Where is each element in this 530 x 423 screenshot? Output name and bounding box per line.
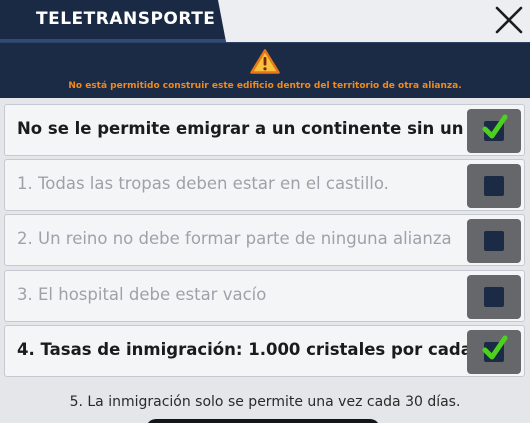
checkbox-square <box>482 335 508 362</box>
page-title: TELETRANSPORTE <box>36 9 216 29</box>
checkbox-square <box>484 231 504 251</box>
requirement-label: 3. El hospital debe estar vacío <box>17 285 267 304</box>
requirement-checkbox[interactable] <box>467 219 521 263</box>
requirement-checkbox[interactable] <box>467 109 521 153</box>
requirement-row: 3. El hospital debe estar vacío <box>4 270 525 322</box>
title-tab: TELETRANSPORTE <box>0 0 226 42</box>
requirement-checkbox[interactable] <box>467 275 521 319</box>
requirement-label: 4. Tasas de inmigración: 1.000 cristales… <box>17 340 490 359</box>
warning-banner: No está permitido construir este edifici… <box>0 42 530 98</box>
checkbox-square <box>484 287 504 307</box>
checkbox-square <box>482 114 508 141</box>
confirm-button[interactable] <box>146 419 380 423</box>
requirement-label: 1. Todas las tropas deben estar en el ca… <box>17 174 389 193</box>
requirement-label: 2. Un reino no debe formar parte de ning… <box>17 229 452 248</box>
requirement-label: No se le permite emigrar a un continente… <box>17 119 500 138</box>
requirement-checkbox[interactable] <box>467 164 521 208</box>
requirement-checkbox[interactable] <box>467 330 521 374</box>
checkmark-icon <box>482 335 508 360</box>
checkmark-icon <box>482 114 508 139</box>
requirement-row: 4. Tasas de inmigración: 1.000 cristales… <box>4 325 525 377</box>
warning-text: No está permitido construir este edifici… <box>68 81 462 91</box>
requirement-row: 1. Todas las tropas deben estar en el ca… <box>4 159 525 211</box>
immigration-note: 5. La inmigración solo se permite una ve… <box>69 394 461 410</box>
title-bar: TELETRANSPORTE <box>0 0 530 42</box>
close-button[interactable] <box>488 0 530 40</box>
warning-triangle-icon <box>250 49 280 74</box>
requirement-row: No se le permite emigrar a un continente… <box>4 104 525 156</box>
requirement-row: 2. Un reino no debe formar parte de ning… <box>4 214 525 266</box>
close-icon <box>495 6 523 34</box>
checkbox-square <box>484 176 504 196</box>
